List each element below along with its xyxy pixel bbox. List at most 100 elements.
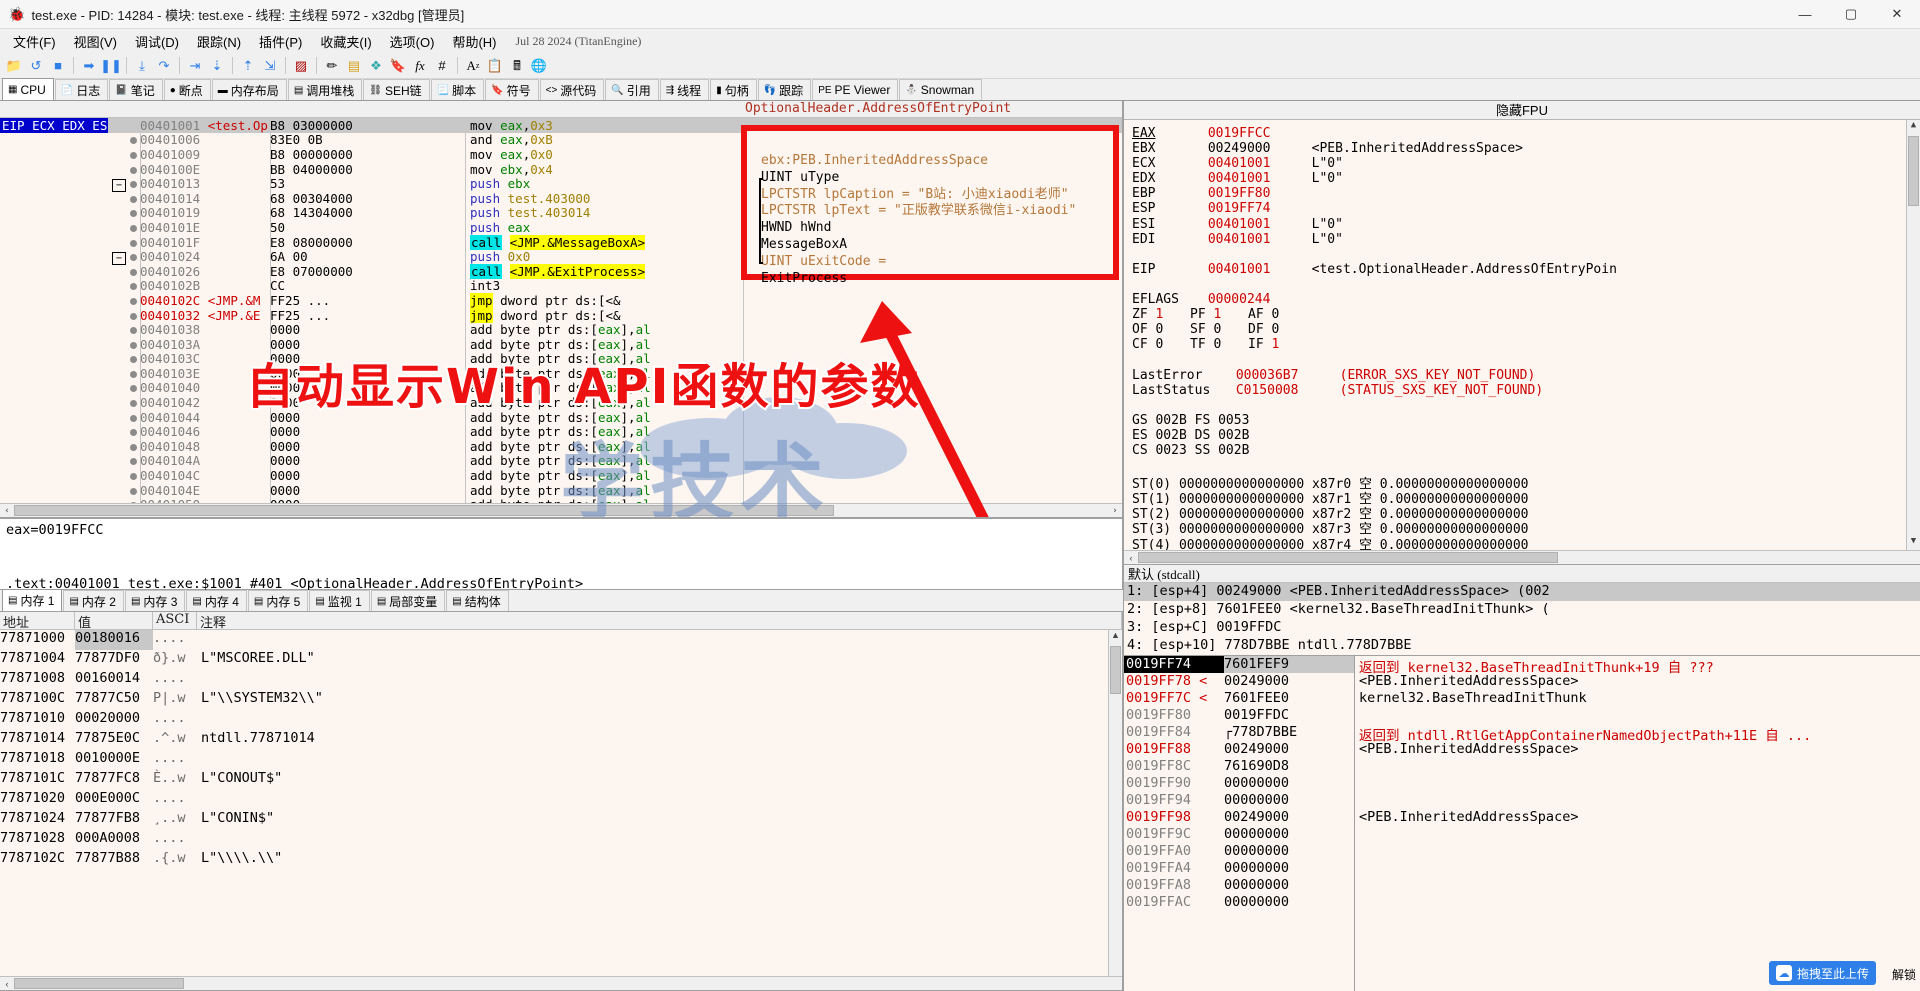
- scroll-left-arrow[interactable]: ‹: [0, 506, 14, 516]
- dump-scroll-left[interactable]: ‹: [0, 979, 14, 989]
- breakpoint-gutter[interactable]: [130, 191, 140, 206]
- fpu-register-row[interactable]: ST(1) 0000000000000000 x87r1 空 0.0000000…: [1132, 488, 1920, 507]
- reg-hscroll-thumb[interactable]: [1138, 552, 1558, 563]
- hash-icon[interactable]: #: [432, 56, 452, 76]
- menu-trace[interactable]: 跟踪(N): [188, 30, 250, 53]
- stack-row[interactable]: 0019FFA0 00000000: [1124, 843, 1354, 860]
- breakpoint-gutter[interactable]: [130, 424, 140, 439]
- tab-跟踪[interactable]: 👣 跟踪: [757, 79, 812, 100]
- argument-row[interactable]: 2: [esp+8] 7601FEE0 <kernel32.BaseThread…: [1124, 601, 1920, 619]
- stack-row[interactable]: 0019FF9C 00000000: [1124, 826, 1354, 843]
- register-value[interactable]: 00401001: [1208, 171, 1304, 186]
- register-hscrollbar[interactable]: ‹: [1124, 550, 1920, 564]
- dump-row[interactable]: 77871028 000A0008 ....: [0, 830, 1122, 850]
- fx-icon[interactable]: fx: [410, 56, 430, 76]
- dump-vscrollbar[interactable]: ▲: [1108, 630, 1122, 976]
- breakpoint-gutter[interactable]: [130, 308, 140, 323]
- register-value[interactable]: 0019FFCC: [1208, 126, 1304, 141]
- argument-row[interactable]: 1: [esp+4] 00249000 <PEB.InheritedAddres…: [1124, 583, 1920, 601]
- argument-row[interactable]: 3: [esp+C] 0019FFDC: [1124, 619, 1920, 637]
- tab-源代码[interactable]: <> 源代码: [539, 79, 605, 100]
- step-over-icon[interactable]: ↷: [154, 56, 174, 76]
- breakpoint-gutter[interactable]: [130, 395, 140, 410]
- stack-row[interactable]: 0019FFA8 00000000: [1124, 877, 1354, 894]
- register-value[interactable]: 0019FF80: [1208, 186, 1304, 201]
- flag-PF[interactable]: PF 1: [1190, 307, 1248, 322]
- argument-row[interactable]: 4: [esp+10] 778D7BBE ntdll.778D7BBE: [1124, 637, 1920, 655]
- patch-icon[interactable]: ❖: [366, 56, 386, 76]
- dump-row[interactable]: 77871008 00160014 ....: [0, 670, 1122, 690]
- scroll-right-arrow[interactable]: ›: [1108, 506, 1122, 516]
- dump-row[interactable]: 77871000 00180016 ....: [0, 630, 1122, 650]
- dump-tab-内存 4[interactable]: ▤ 内存 4: [186, 590, 247, 611]
- dump-vscroll-thumb[interactable]: [1110, 646, 1121, 694]
- stack-row[interactable]: 0019FF78 < 00249000: [1124, 673, 1354, 690]
- breakpoint-gutter[interactable]: [130, 453, 140, 468]
- fpu-register-row[interactable]: ST(4) 0000000000000000 x87r4 空 0.0000000…: [1132, 534, 1920, 550]
- dump-row[interactable]: 7787100C 77877C50 P|.w L"\\SYSTEM32\\": [0, 690, 1122, 710]
- register-value[interactable]: 00401001: [1208, 262, 1304, 277]
- breakpoint-gutter[interactable]: [130, 439, 140, 454]
- dump-tab-内存 1[interactable]: ▤ 内存 1: [2, 589, 63, 611]
- breakpoint-gutter[interactable]: [130, 278, 140, 293]
- memory-dump-panel[interactable]: 地址 值 ASCI 注释 77871000 00180016 .... 7787…: [0, 611, 1123, 991]
- flag-CF[interactable]: CF 0: [1132, 337, 1190, 352]
- dump-hscrollbar[interactable]: ‹: [0, 976, 1122, 990]
- tab-笔记[interactable]: 📓 笔记: [109, 79, 163, 100]
- register-row[interactable]: EBP 0019FF80: [1132, 186, 1920, 201]
- register-row[interactable]: EDX 00401001 L"0": [1132, 171, 1920, 186]
- reg-scroll-down[interactable]: ▼: [1907, 536, 1920, 550]
- flag-IF[interactable]: IF 1: [1248, 337, 1306, 352]
- dump-row[interactable]: 77871014 77875E0C .^.w ntdll.77871014: [0, 730, 1122, 750]
- menu-help[interactable]: 帮助(H): [443, 30, 505, 53]
- stack-row[interactable]: 0019FF98 00249000: [1124, 809, 1354, 826]
- calculator-icon[interactable]: 🖩: [507, 56, 527, 76]
- breakpoint-gutter[interactable]: [130, 132, 140, 147]
- breakpoint-gutter[interactable]: [130, 468, 140, 483]
- stack-row[interactable]: 0019FF7C < 7601FEE0: [1124, 690, 1354, 707]
- register-value[interactable]: 00401001: [1208, 232, 1304, 247]
- register-row[interactable]: EBX 00249000 <PEB.InheritedAddressSpace>: [1132, 141, 1920, 156]
- stack-row[interactable]: 0019FF90 00000000: [1124, 775, 1354, 792]
- stack-row[interactable]: 0019FF88 00249000: [1124, 741, 1354, 758]
- open-icon[interactable]: 📁: [4, 56, 24, 76]
- bookmark-icon[interactable]: 🔖: [388, 56, 408, 76]
- breakpoint-gutter[interactable]: [130, 351, 140, 366]
- upload-badge[interactable]: ☁ 拖拽至此上传: [1768, 961, 1876, 985]
- disassembly-panel[interactable]: OptionalHeader.AddressOfEntryPoint EIP E…: [0, 101, 1123, 518]
- breakpoint-gutter[interactable]: [130, 235, 140, 250]
- stop-icon[interactable]: ■: [48, 56, 68, 76]
- flag-ZF[interactable]: ZF 1: [1132, 307, 1190, 322]
- register-row[interactable]: ESP 0019FF74: [1132, 201, 1920, 216]
- disassembly-row[interactable]: 0040102C <JMP.&M FF25 ... jmp dword ptr …: [0, 292, 1122, 308]
- register-value[interactable]: 00401001: [1208, 156, 1304, 171]
- menu-file[interactable]: 文件(F): [4, 30, 65, 53]
- tab-调用堆栈[interactable]: ▤ 调用堆栈: [287, 79, 363, 100]
- fold-toggle[interactable]: −: [108, 176, 130, 193]
- tab-日志[interactable]: 📄 日志: [54, 79, 109, 100]
- breakpoint-gutter[interactable]: [130, 220, 140, 235]
- dump-col-value[interactable]: 值: [75, 612, 153, 631]
- stack-panel[interactable]: 0019FF74 7601FEF9 0019FF78 < 00249000 00…: [1124, 655, 1920, 991]
- register-value[interactable]: 00401001: [1208, 217, 1304, 232]
- font-icon[interactable]: Az: [463, 56, 483, 76]
- dump-row[interactable]: 77871020 000E000C ....: [0, 790, 1122, 810]
- register-row[interactable]: ESI 00401001 L"0": [1132, 217, 1920, 232]
- menu-options[interactable]: 选项(O): [381, 30, 444, 53]
- menu-debug[interactable]: 调试(D): [126, 30, 188, 53]
- log-icon[interactable]: 📋: [485, 56, 505, 76]
- stack-row[interactable]: 0019FF80 0019FFDC: [1124, 707, 1354, 724]
- breakpoint-gutter[interactable]: [130, 483, 140, 498]
- reg-vscroll-thumb[interactable]: [1908, 136, 1919, 206]
- trace-into-icon[interactable]: ⇥: [185, 56, 205, 76]
- step-into-icon[interactable]: ⤓: [132, 56, 152, 76]
- arguments-panel[interactable]: 1: [esp+4] 00249000 <PEB.InheritedAddres…: [1124, 583, 1920, 655]
- dump-row[interactable]: 77871010 00020000 ....: [0, 710, 1122, 730]
- flag-AF[interactable]: AF 0: [1248, 307, 1306, 322]
- dump-col-ascii[interactable]: ASCI: [153, 612, 197, 629]
- pencil-icon[interactable]: ✏: [322, 56, 342, 76]
- stack-row[interactable]: 0019FF74 7601FEF9: [1124, 656, 1354, 673]
- eflags-value[interactable]: 00000244: [1208, 292, 1304, 307]
- breakpoint-gutter[interactable]: [130, 380, 140, 395]
- dump-tab-监视 1[interactable]: ▤ 监视 1: [309, 590, 370, 611]
